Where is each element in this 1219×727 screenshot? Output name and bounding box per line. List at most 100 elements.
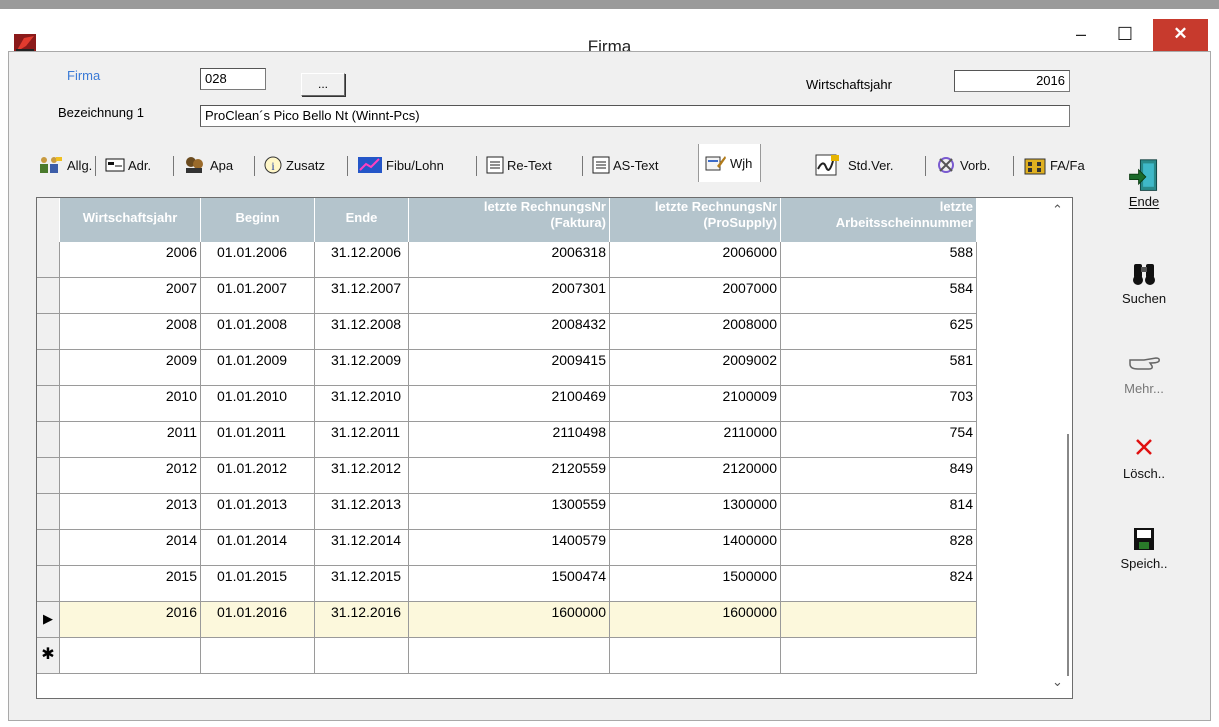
table-cell[interactable]: 31.12.2009 <box>315 350 409 386</box>
row-selector[interactable] <box>37 566 60 602</box>
table-cell[interactable]: 2014 <box>60 530 201 566</box>
scroll-up-arrow-icon[interactable]: ⌃ <box>1052 202 1063 218</box>
mehr-button[interactable]: Mehr... <box>1110 345 1178 396</box>
bezeichnung-input[interactable]: ProClean´s Pico Bello Nt (Winnt-Pcs) <box>200 105 1070 127</box>
row-selector[interactable] <box>37 350 60 386</box>
table-cell[interactable]: 1500000 <box>610 566 781 602</box>
table-cell[interactable]: 01.01.2016 <box>201 602 315 638</box>
row-selector[interactable] <box>37 314 60 350</box>
row-selector[interactable] <box>37 386 60 422</box>
speich-button[interactable]: Speich.. <box>1110 520 1178 571</box>
row-selector[interactable] <box>37 422 60 458</box>
scroll-down-arrow-icon[interactable]: ⌄ <box>1052 674 1063 690</box>
column-header[interactable]: letzte RechnungsNr (Faktura) <box>409 198 610 242</box>
column-header[interactable]: Beginn <box>201 198 315 242</box>
table-cell[interactable]: 2120000 <box>610 458 781 494</box>
table-cell[interactable]: 2100469 <box>409 386 610 422</box>
ende-button[interactable]: Ende <box>1110 158 1178 209</box>
table-cell[interactable]: 31.12.2010 <box>315 386 409 422</box>
suchen-button[interactable]: Suchen <box>1110 255 1178 306</box>
table-cell[interactable]: 1500474 <box>409 566 610 602</box>
scrollbar-thumb[interactable] <box>1067 434 1069 676</box>
table-cell[interactable]: 1300559 <box>409 494 610 530</box>
table-cell[interactable]: 588 <box>781 242 977 278</box>
table-cell[interactable]: 2007000 <box>610 278 781 314</box>
row-selector[interactable] <box>37 458 60 494</box>
column-header[interactable]: Wirtschaftsjahr <box>60 198 201 242</box>
table-cell[interactable]: 01.01.2009 <box>201 350 315 386</box>
table-cell[interactable]: 581 <box>781 350 977 386</box>
maximize-button[interactable]: ☐ <box>1103 19 1147 51</box>
table-cell[interactable]: 01.01.2011 <box>201 422 315 458</box>
table-cell[interactable]: 2013 <box>60 494 201 530</box>
tab-allg[interactable]: Allg. <box>38 148 92 182</box>
table-cell[interactable]: 2009415 <box>409 350 610 386</box>
table-cell[interactable]: 01.01.2007 <box>201 278 315 314</box>
minimize-button[interactable]: – <box>1059 19 1103 51</box>
new-row-cell[interactable] <box>781 638 977 674</box>
table-cell[interactable]: 01.01.2006 <box>201 242 315 278</box>
table-cell[interactable]: 2006 <box>60 242 201 278</box>
table-cell[interactable]: 01.01.2010 <box>201 386 315 422</box>
table-cell[interactable]: 31.12.2014 <box>315 530 409 566</box>
row-selector[interactable] <box>37 278 60 314</box>
table-cell[interactable]: 31.12.2015 <box>315 566 409 602</box>
table-cell[interactable]: 2012 <box>60 458 201 494</box>
table-cell[interactable]: 31.12.2011 <box>315 422 409 458</box>
table-cell[interactable]: 703 <box>781 386 977 422</box>
table-cell[interactable]: 31.12.2016 <box>315 602 409 638</box>
table-cell[interactable]: 2100009 <box>610 386 781 422</box>
column-header[interactable]: Ende <box>315 198 409 242</box>
tab-fa-fa[interactable]: FA/Fa <box>1023 148 1085 182</box>
column-header[interactable]: letzte RechnungsNr (ProSupply) <box>610 198 781 242</box>
table-cell[interactable]: 2007301 <box>409 278 610 314</box>
table-cell[interactable]: 2009002 <box>610 350 781 386</box>
table-cell[interactable]: 1600000 <box>409 602 610 638</box>
table-cell[interactable]: 01.01.2015 <box>201 566 315 602</box>
table-cell[interactable]: 1400000 <box>610 530 781 566</box>
column-header[interactable]: letzte Arbeitsscheinnummer <box>781 198 977 242</box>
table-cell[interactable]: 31.12.2006 <box>315 242 409 278</box>
table-cell[interactable]: 1400579 <box>409 530 610 566</box>
table-cell[interactable]: 2008 <box>60 314 201 350</box>
table-cell[interactable]: 814 <box>781 494 977 530</box>
table-cell[interactable]: 31.12.2007 <box>315 278 409 314</box>
tab-fibu-lohn[interactable]: Fibu/Lohn <box>357 148 444 182</box>
table-cell[interactable]: 849 <box>781 458 977 494</box>
table-cell[interactable]: 2011 <box>60 422 201 458</box>
table-cell[interactable]: 2009 <box>60 350 201 386</box>
table-cell[interactable]: 2016 <box>60 602 201 638</box>
table-cell[interactable]: 824 <box>781 566 977 602</box>
table-cell[interactable]: 01.01.2012 <box>201 458 315 494</box>
table-cell[interactable]: 31.12.2013 <box>315 494 409 530</box>
new-row-cell[interactable] <box>201 638 315 674</box>
table-cell[interactable]: 2110000 <box>610 422 781 458</box>
fiscal-year-grid[interactable]: ⌃ ⌄ Wirtschaftsjahr Beginn Ende letzte Rech… <box>36 197 1073 699</box>
tab-apa[interactable]: Apa <box>183 148 233 182</box>
table-cell[interactable]: 2008432 <box>409 314 610 350</box>
table-cell[interactable]: 754 <box>781 422 977 458</box>
table-cell[interactable]: 2120559 <box>409 458 610 494</box>
tab-wjh[interactable]: Wjh <box>698 144 762 182</box>
row-selector[interactable] <box>37 242 60 278</box>
tab-zusatz[interactable]: i Zusatz <box>263 148 325 182</box>
new-row-cell[interactable] <box>409 638 610 674</box>
table-cell[interactable]: 2006318 <box>409 242 610 278</box>
loesch-button[interactable]: Lösch.. <box>1110 430 1178 481</box>
tab-re-text[interactable]: Re-Text <box>486 148 552 182</box>
table-cell[interactable]: 31.12.2012 <box>315 458 409 494</box>
row-selector[interactable] <box>37 530 60 566</box>
table-cell[interactable]: 2006000 <box>610 242 781 278</box>
table-cell[interactable]: 584 <box>781 278 977 314</box>
table-cell[interactable]: 2007 <box>60 278 201 314</box>
row-selector[interactable] <box>37 494 60 530</box>
table-cell[interactable]: 2008000 <box>610 314 781 350</box>
row-selector[interactable]: ▶ <box>37 602 60 638</box>
wirtschaftsjahr-input[interactable]: 2016 <box>954 70 1070 92</box>
table-cell[interactable]: 1300000 <box>610 494 781 530</box>
tab-vorb[interactable]: Vorb. <box>935 148 990 182</box>
tab-adr[interactable]: Adr. <box>105 148 151 182</box>
new-row-cell[interactable] <box>315 638 409 674</box>
table-cell[interactable]: 828 <box>781 530 977 566</box>
table-cell[interactable]: 01.01.2008 <box>201 314 315 350</box>
